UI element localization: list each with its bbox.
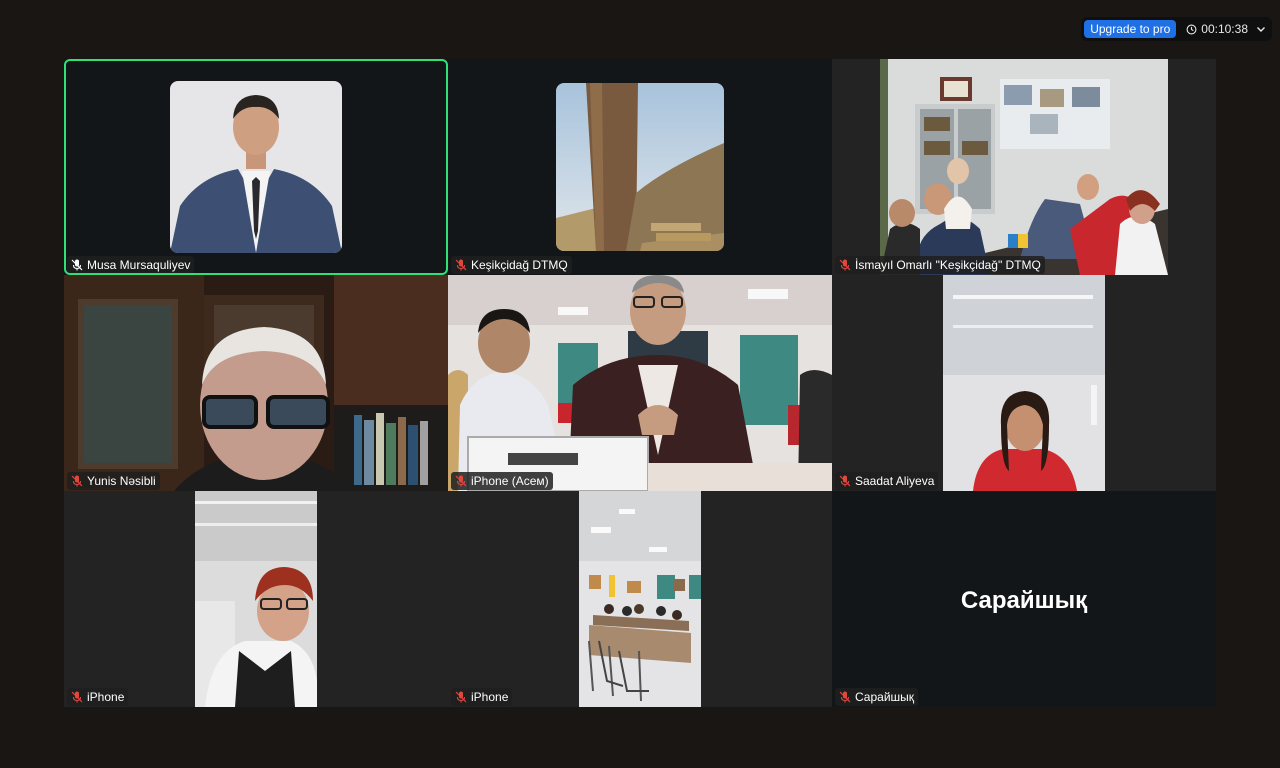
participant-nameplate: iPhone	[451, 688, 513, 706]
participant-tile[interactable]: Сарайшық Сарайшық	[832, 491, 1216, 707]
participant-name: Saadat Aliyeva	[855, 474, 935, 488]
participant-name: iPhone (Асем)	[471, 474, 549, 488]
muted-microphone-icon	[455, 259, 467, 271]
meeting-timer: 00:10:38	[1186, 22, 1248, 36]
participant-tile[interactable]: iPhone (Асем)	[448, 275, 832, 491]
chevron-down-icon[interactable]	[1254, 22, 1268, 36]
participant-video	[170, 81, 342, 253]
top-bar: Upgrade to pro 00:10:38	[0, 0, 1280, 58]
participant-video	[195, 491, 317, 707]
muted-microphone-icon	[455, 475, 467, 487]
participant-tile[interactable]: Musa Mursaqulіyev	[64, 59, 448, 275]
participant-name: iPhone	[87, 690, 125, 704]
participant-tile[interactable]: iPhone	[448, 491, 832, 707]
participant-video	[556, 83, 724, 251]
participant-name: Сарайшық	[855, 690, 915, 704]
meeting-status: Upgrade to pro 00:10:38	[1081, 17, 1272, 41]
muted-microphone-icon	[455, 691, 467, 703]
muted-microphone-icon	[839, 259, 851, 271]
muted-microphone-icon	[71, 691, 83, 703]
participant-name: Musa Mursaqulіyev	[87, 258, 191, 272]
video-grid: Musa Mursaqulіyev Keşikçidağ DTMQ İsmayı…	[64, 59, 1216, 707]
participant-video	[943, 275, 1105, 491]
upgrade-button[interactable]: Upgrade to pro	[1084, 20, 1177, 38]
muted-microphone-icon	[839, 475, 851, 487]
participant-video	[448, 275, 832, 491]
participant-nameplate: Keşikçidağ DTMQ	[451, 256, 572, 274]
participant-tile[interactable]: İsmayıl Omarlı "Keşikçidağ" DTMQ	[832, 59, 1216, 275]
participant-name: İsmayıl Omarlı "Keşikçidağ" DTMQ	[855, 258, 1041, 272]
participant-video	[64, 275, 448, 491]
participant-video	[880, 59, 1168, 275]
participant-nameplate: Musa Mursaqulіyev	[67, 256, 195, 274]
muted-microphone-icon	[71, 475, 83, 487]
participant-name: Keşikçidağ DTMQ	[471, 258, 568, 272]
microphone-icon	[71, 259, 83, 271]
participant-video	[579, 491, 701, 707]
participant-nameplate: Saadat Aliyeva	[835, 472, 939, 490]
participant-name: iPhone	[471, 690, 509, 704]
participant-nameplate: iPhone	[67, 688, 129, 706]
participant-nameplate: iPhone (Асем)	[451, 472, 553, 490]
participant-tile[interactable]: Yunis Nəsibli	[64, 275, 448, 491]
participant-tile[interactable]: iPhone	[64, 491, 448, 707]
timer-text: 00:10:38	[1201, 22, 1248, 36]
participant-nameplate: Yunis Nəsibli	[67, 472, 160, 490]
participant-name: Yunis Nəsibli	[87, 474, 156, 488]
participant-tile[interactable]: Keşikçidağ DTMQ	[448, 59, 832, 275]
participant-tile[interactable]: Saadat Aliyeva	[832, 275, 1216, 491]
bottom-bar	[0, 707, 1280, 768]
participant-display-name: Сарайшық	[960, 587, 1088, 614]
participant-nameplate: Сарайшық	[835, 688, 919, 706]
clock-icon	[1186, 24, 1197, 34]
participant-nameplate: İsmayıl Omarlı "Keşikçidağ" DTMQ	[835, 256, 1045, 274]
muted-microphone-icon	[839, 691, 851, 703]
